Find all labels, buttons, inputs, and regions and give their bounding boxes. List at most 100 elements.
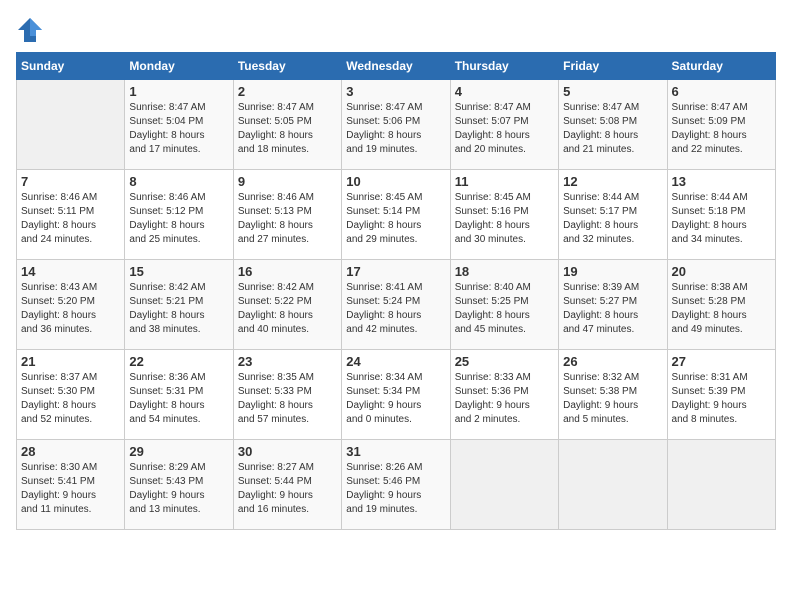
day-info: Sunrise: 8:46 AM Sunset: 5:12 PM Dayligh… xyxy=(129,191,228,247)
calendar-cell: 30Sunrise: 8:27 AM Sunset: 5:44 PM Dayli… xyxy=(233,440,341,530)
weekday-header: Friday xyxy=(559,53,667,80)
calendar-week-row: 21 Sunrise: 8:37 AM Sunset: 5:30 PM Dayli… xyxy=(17,350,776,440)
day-info: Sunrise: 8:35 AM Sunset: 5:33 PM Dayligh… xyxy=(238,371,337,427)
day-info: Sunrise: 8:47 AM Sunset: 5:05 PM Dayligh… xyxy=(238,101,337,157)
day-number: 9 xyxy=(238,174,337,189)
calendar-cell: 10 Sunrise: 8:45 AM Sunset: 5:14 PM Dayli… xyxy=(342,170,450,260)
calendar-week-row: 14Sunrise: 8:43 AM Sunset: 5:20 PM Dayli… xyxy=(17,260,776,350)
day-number: 10 xyxy=(346,174,445,189)
day-info: Sunrise: 8:36 AM Sunset: 5:31 PM Dayligh… xyxy=(129,371,228,427)
day-number: 25 xyxy=(455,354,554,369)
calendar-cell: 13 Sunrise: 8:44 AM Sunset: 5:18 PM Dayli… xyxy=(667,170,775,260)
day-number: 17 xyxy=(346,264,445,279)
calendar-cell: 17 Sunrise: 8:41 AM Sunset: 5:24 PM Dayli… xyxy=(342,260,450,350)
calendar-cell: 19 Sunrise: 8:39 AM Sunset: 5:27 PM Dayli… xyxy=(559,260,667,350)
calendar-cell: 24 Sunrise: 8:34 AM Sunset: 5:34 PM Dayli… xyxy=(342,350,450,440)
day-info: Sunrise: 8:33 AM Sunset: 5:36 PM Dayligh… xyxy=(455,371,554,427)
day-info: Sunrise: 8:37 AM Sunset: 5:30 PM Dayligh… xyxy=(21,371,120,427)
calendar-cell: 22 Sunrise: 8:36 AM Sunset: 5:31 PM Dayli… xyxy=(125,350,233,440)
day-info: Sunrise: 8:41 AM Sunset: 5:24 PM Dayligh… xyxy=(346,281,445,337)
day-number: 23 xyxy=(238,354,337,369)
calendar-cell xyxy=(667,440,775,530)
day-number: 30 xyxy=(238,444,337,459)
weekday-header-row: SundayMondayTuesdayWednesdayThursdayFrid… xyxy=(17,53,776,80)
calendar-cell: 15 Sunrise: 8:42 AM Sunset: 5:21 PM Dayli… xyxy=(125,260,233,350)
calendar-cell: 1Sunrise: 8:47 AM Sunset: 5:04 PM Daylig… xyxy=(125,80,233,170)
logo xyxy=(16,16,46,44)
calendar-cell: 31 Sunrise: 8:26 AM Sunset: 5:46 PM Dayli… xyxy=(342,440,450,530)
day-number: 8 xyxy=(129,174,228,189)
calendar-cell: 9Sunrise: 8:46 AM Sunset: 5:13 PM Daylig… xyxy=(233,170,341,260)
day-info: Sunrise: 8:39 AM Sunset: 5:27 PM Dayligh… xyxy=(563,281,662,337)
day-info: Sunrise: 8:43 AM Sunset: 5:20 PM Dayligh… xyxy=(21,281,120,337)
day-number: 28 xyxy=(21,444,120,459)
day-number: 12 xyxy=(563,174,662,189)
day-number: 19 xyxy=(563,264,662,279)
day-number: 4 xyxy=(455,84,554,99)
calendar-table: SundayMondayTuesdayWednesdayThursdayFrid… xyxy=(16,52,776,530)
calendar-cell: 2 Sunrise: 8:47 AM Sunset: 5:05 PM Daylig… xyxy=(233,80,341,170)
calendar-cell: 6 Sunrise: 8:47 AM Sunset: 5:09 PM Daylig… xyxy=(667,80,775,170)
day-number: 1 xyxy=(129,84,228,99)
calendar-cell: 29 Sunrise: 8:29 AM Sunset: 5:43 PM Dayli… xyxy=(125,440,233,530)
day-number: 24 xyxy=(346,354,445,369)
day-number: 27 xyxy=(672,354,771,369)
calendar-week-row: 28Sunrise: 8:30 AM Sunset: 5:41 PM Dayli… xyxy=(17,440,776,530)
calendar-cell xyxy=(17,80,125,170)
day-number: 26 xyxy=(563,354,662,369)
weekday-header: Tuesday xyxy=(233,53,341,80)
day-info: Sunrise: 8:29 AM Sunset: 5:43 PM Dayligh… xyxy=(129,461,228,517)
day-info: Sunrise: 8:45 AM Sunset: 5:14 PM Dayligh… xyxy=(346,191,445,247)
calendar-cell xyxy=(450,440,558,530)
calendar-cell: 18Sunrise: 8:40 AM Sunset: 5:25 PM Dayli… xyxy=(450,260,558,350)
day-info: Sunrise: 8:47 AM Sunset: 5:07 PM Dayligh… xyxy=(455,101,554,157)
calendar-cell: 21 Sunrise: 8:37 AM Sunset: 5:30 PM Dayli… xyxy=(17,350,125,440)
calendar-week-row: 1Sunrise: 8:47 AM Sunset: 5:04 PM Daylig… xyxy=(17,80,776,170)
day-number: 2 xyxy=(238,84,337,99)
weekday-header: Wednesday xyxy=(342,53,450,80)
day-number: 7 xyxy=(21,174,120,189)
calendar-cell: 23 Sunrise: 8:35 AM Sunset: 5:33 PM Dayli… xyxy=(233,350,341,440)
weekday-header: Thursday xyxy=(450,53,558,80)
page-header xyxy=(16,16,776,44)
day-info: Sunrise: 8:44 AM Sunset: 5:17 PM Dayligh… xyxy=(563,191,662,247)
calendar-cell: 16 Sunrise: 8:42 AM Sunset: 5:22 PM Dayli… xyxy=(233,260,341,350)
day-number: 6 xyxy=(672,84,771,99)
day-info: Sunrise: 8:45 AM Sunset: 5:16 PM Dayligh… xyxy=(455,191,554,247)
day-number: 31 xyxy=(346,444,445,459)
day-info: Sunrise: 8:38 AM Sunset: 5:28 PM Dayligh… xyxy=(672,281,771,337)
day-info: Sunrise: 8:47 AM Sunset: 5:06 PM Dayligh… xyxy=(346,101,445,157)
day-number: 15 xyxy=(129,264,228,279)
day-info: Sunrise: 8:42 AM Sunset: 5:21 PM Dayligh… xyxy=(129,281,228,337)
day-info: Sunrise: 8:31 AM Sunset: 5:39 PM Dayligh… xyxy=(672,371,771,427)
calendar-cell: 20Sunrise: 8:38 AM Sunset: 5:28 PM Dayli… xyxy=(667,260,775,350)
day-number: 16 xyxy=(238,264,337,279)
day-number: 21 xyxy=(21,354,120,369)
calendar-cell: 27 Sunrise: 8:31 AM Sunset: 5:39 PM Dayli… xyxy=(667,350,775,440)
calendar-cell: 4 Sunrise: 8:47 AM Sunset: 5:07 PM Daylig… xyxy=(450,80,558,170)
day-info: Sunrise: 8:47 AM Sunset: 5:09 PM Dayligh… xyxy=(672,101,771,157)
weekday-header: Sunday xyxy=(17,53,125,80)
day-number: 29 xyxy=(129,444,228,459)
day-info: Sunrise: 8:44 AM Sunset: 5:18 PM Dayligh… xyxy=(672,191,771,247)
weekday-header: Saturday xyxy=(667,53,775,80)
calendar-cell: 3 Sunrise: 8:47 AM Sunset: 5:06 PM Daylig… xyxy=(342,80,450,170)
day-info: Sunrise: 8:34 AM Sunset: 5:34 PM Dayligh… xyxy=(346,371,445,427)
day-info: Sunrise: 8:40 AM Sunset: 5:25 PM Dayligh… xyxy=(455,281,554,337)
day-number: 11 xyxy=(455,174,554,189)
day-info: Sunrise: 8:26 AM Sunset: 5:46 PM Dayligh… xyxy=(346,461,445,517)
day-number: 3 xyxy=(346,84,445,99)
calendar-cell: 28Sunrise: 8:30 AM Sunset: 5:41 PM Dayli… xyxy=(17,440,125,530)
logo-icon xyxy=(16,16,44,44)
day-number: 13 xyxy=(672,174,771,189)
calendar-cell: 14Sunrise: 8:43 AM Sunset: 5:20 PM Dayli… xyxy=(17,260,125,350)
calendar-cell: 5Sunrise: 8:47 AM Sunset: 5:08 PM Daylig… xyxy=(559,80,667,170)
weekday-header: Monday xyxy=(125,53,233,80)
calendar-cell: 26Sunrise: 8:32 AM Sunset: 5:38 PM Dayli… xyxy=(559,350,667,440)
day-number: 22 xyxy=(129,354,228,369)
calendar-cell: 7Sunrise: 8:46 AM Sunset: 5:11 PM Daylig… xyxy=(17,170,125,260)
day-info: Sunrise: 8:42 AM Sunset: 5:22 PM Dayligh… xyxy=(238,281,337,337)
calendar-week-row: 7Sunrise: 8:46 AM Sunset: 5:11 PM Daylig… xyxy=(17,170,776,260)
day-number: 5 xyxy=(563,84,662,99)
calendar-cell xyxy=(559,440,667,530)
